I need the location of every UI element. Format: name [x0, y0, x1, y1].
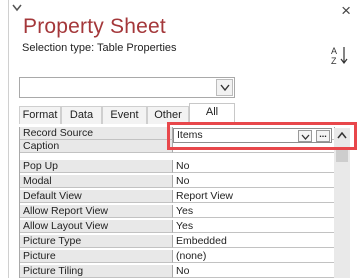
- tab-all[interactable]: All: [189, 103, 235, 125]
- sort-a-z-icon[interactable]: A Z: [329, 44, 349, 66]
- pane-menu-arrow-icon[interactable]: [12, 4, 22, 12]
- property-row-pop-up: Pop Up No: [20, 160, 335, 173]
- property-name[interactable]: Record Source: [20, 127, 173, 140]
- property-grid: Record Source Caption Pop Up No Modal No…: [19, 127, 335, 278]
- property-sheet-pane: × Property Sheet Selection type: Table P…: [0, 0, 360, 278]
- scroll-up-button[interactable]: [334, 128, 350, 144]
- pane-title: Property Sheet: [23, 15, 166, 38]
- record-source-builder-button[interactable]: ...: [316, 130, 330, 142]
- property-value[interactable]: (none): [173, 250, 335, 263]
- property-name[interactable]: Caption: [20, 140, 173, 153]
- svg-text:Z: Z: [331, 56, 337, 66]
- vertical-scrollbar[interactable]: [334, 144, 350, 278]
- object-selector-dropdown-button[interactable]: [216, 79, 233, 96]
- chevron-down-icon: [301, 134, 310, 140]
- property-value[interactable]: Embedded: [173, 235, 335, 248]
- property-name[interactable]: Default View: [20, 190, 173, 203]
- property-name[interactable]: Allow Layout View: [20, 220, 173, 233]
- property-value[interactable]: Yes: [173, 205, 335, 218]
- object-selector-combo[interactable]: [19, 77, 235, 98]
- property-name[interactable]: Pop Up: [20, 160, 173, 173]
- record-source-dropdown-button[interactable]: [298, 130, 312, 142]
- selection-type-label: Selection type: Table Properties: [22, 42, 177, 54]
- pane-left-border: [8, 0, 9, 278]
- property-row-allow-layout-view: Allow Layout View Yes: [20, 220, 335, 233]
- property-name[interactable]: Picture Tiling: [20, 265, 173, 278]
- property-row-picture: Picture (none): [20, 250, 335, 263]
- property-value[interactable]: Report View: [173, 190, 335, 203]
- property-name[interactable]: Modal: [20, 175, 173, 188]
- property-name[interactable]: Allow Report View: [20, 205, 173, 218]
- property-name[interactable]: Picture Type: [20, 235, 173, 248]
- property-row-picture-type: Picture Type Embedded: [20, 235, 335, 248]
- property-row-allow-report-view: Allow Report View Yes: [20, 205, 335, 218]
- close-icon[interactable]: ×: [341, 2, 351, 19]
- property-value[interactable]: No: [173, 175, 335, 188]
- property-row-picture-tiling: Picture Tiling No: [20, 265, 335, 278]
- chevron-up-icon: [337, 132, 347, 139]
- property-value[interactable]: No: [173, 265, 335, 278]
- property-value[interactable]: No: [173, 160, 335, 173]
- property-row-modal: Modal No: [20, 175, 335, 188]
- property-row-default-view: Default View Report View: [20, 190, 335, 203]
- tab-event[interactable]: Event: [102, 106, 147, 124]
- property-name[interactable]: Picture: [20, 250, 173, 263]
- tab-other[interactable]: Other: [147, 106, 189, 124]
- svg-text:A: A: [331, 46, 337, 56]
- tab-format[interactable]: Format: [19, 106, 61, 124]
- property-value[interactable]: Yes: [173, 220, 335, 233]
- chevron-down-icon: [220, 84, 230, 92]
- scrollbar-thumb[interactable]: [336, 148, 348, 162]
- tab-data[interactable]: Data: [61, 106, 102, 124]
